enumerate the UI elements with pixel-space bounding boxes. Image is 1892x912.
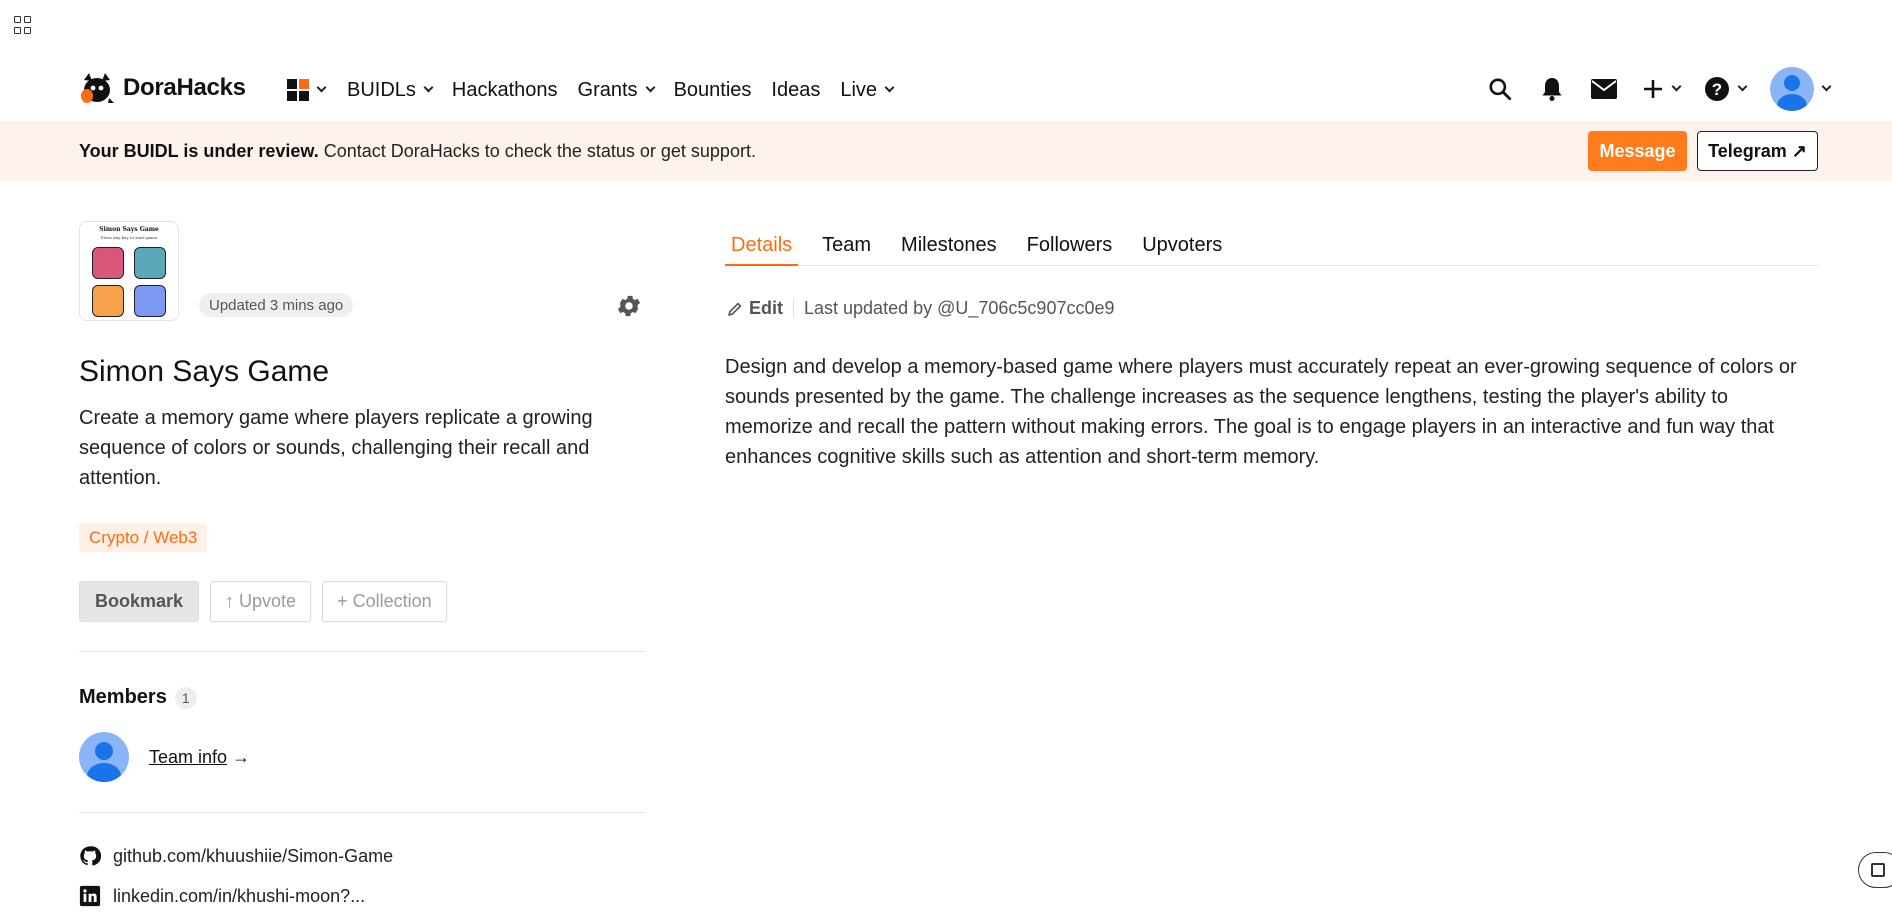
upvote-button[interactable]: ↑ Upvote xyxy=(210,581,312,622)
divider xyxy=(79,651,645,652)
blue-tile xyxy=(134,285,166,317)
members-count: 1 xyxy=(174,686,197,709)
chevron-down-icon xyxy=(1737,81,1748,92)
project-description: Create a memory game where players repli… xyxy=(79,407,593,489)
members-label: Members xyxy=(79,686,167,708)
user-avatar xyxy=(1770,67,1814,111)
top-navigation: DoraHacks BUIDLs Hackathons Grants Bount… xyxy=(0,60,1892,120)
tab-followers[interactable]: Followers xyxy=(1021,230,1119,266)
main-menu: BUIDLs Hackathons Grants Bounties Ideas … xyxy=(287,74,913,106)
notifications-button[interactable] xyxy=(1538,75,1566,103)
mail-icon xyxy=(1591,79,1617,99)
nav-grants-label: Grants xyxy=(577,78,638,101)
tab-team[interactable]: Team xyxy=(816,230,877,266)
nav-hackathons-label: Hackathons xyxy=(451,78,558,101)
linkedin-icon xyxy=(79,885,101,907)
github-link[interactable]: github.com/khuushiie/Simon-Game xyxy=(79,845,393,867)
thumbnail-subtitle: Press any key to start game xyxy=(100,235,158,240)
pencil-icon xyxy=(728,302,742,316)
plus-icon xyxy=(1644,80,1662,98)
edit-row: Edit Last updated by @U_706c5c907cc0e9 xyxy=(727,298,1115,319)
settings-gear-icon[interactable] xyxy=(615,292,643,320)
chevron-down-icon xyxy=(645,82,656,93)
github-icon xyxy=(80,846,101,866)
nav-buidls[interactable]: BUIDLs xyxy=(347,78,434,102)
banner-body-text: Contact DoraHacks to check the status or… xyxy=(318,141,756,161)
member-avatar[interactable] xyxy=(79,732,129,782)
nav-grants[interactable]: Grants xyxy=(577,78,656,102)
thumbnail-title: Simon Says Game xyxy=(99,226,159,233)
divider xyxy=(79,812,645,813)
edit-button[interactable]: Edit xyxy=(727,298,783,319)
linkedin-link[interactable]: linkedin.com/in/khushi-moon?... xyxy=(79,885,365,907)
nav-live-label: Live xyxy=(840,78,878,101)
nav-live[interactable]: Live xyxy=(840,78,895,102)
updated-badge: Updated 3 mins ago xyxy=(199,293,354,317)
bell-icon xyxy=(1542,78,1562,101)
teal-tile xyxy=(134,247,166,279)
review-banner: Your BUIDL is under review. Contact Dora… xyxy=(0,121,1892,181)
bookmark-button[interactable]: Bookmark xyxy=(79,581,200,622)
chevron-down-icon xyxy=(1671,81,1682,92)
tab-upvoters[interactable]: Upvoters xyxy=(1136,230,1228,266)
dorahacks-mascot-icon xyxy=(81,73,114,103)
tab-milestones[interactable]: Milestones xyxy=(895,230,1003,266)
project-title: Simon Says Game xyxy=(79,355,330,388)
red-tile xyxy=(92,247,124,279)
message-button[interactable]: Message xyxy=(1588,131,1687,171)
search-button[interactable] xyxy=(1486,75,1514,103)
linkedin-link-label: linkedin.com/in/khushi-moon?... xyxy=(113,885,366,906)
banner-bold-text: Your BUIDL is under review. xyxy=(79,141,319,161)
project-actions: Bookmark ↑ Upvote + Collection xyxy=(79,581,447,622)
project-thumbnail: Simon Says Game Press any key to start g… xyxy=(79,221,179,321)
members-heading: Members 1 xyxy=(79,686,197,709)
share-icon xyxy=(1871,863,1885,877)
user-menu[interactable] xyxy=(1770,67,1832,111)
orange-tile xyxy=(92,285,124,317)
banner-text: Your BUIDL is under review. Contact Dora… xyxy=(79,141,756,162)
separator xyxy=(793,299,794,318)
products-grid-icon xyxy=(287,79,309,101)
messages-button[interactable] xyxy=(1590,75,1618,103)
team-info-link[interactable]: Team info → xyxy=(149,747,250,768)
arrow-right-icon: → xyxy=(227,747,251,767)
chevron-down-icon xyxy=(316,82,327,93)
help-icon: ? xyxy=(1705,77,1729,101)
help-menu[interactable]: ? xyxy=(1704,76,1748,102)
nav-buidls-label: BUIDLs xyxy=(347,78,416,101)
add-collection-button[interactable]: + Collection xyxy=(322,581,447,622)
team-info-label: Team info xyxy=(149,747,228,767)
chevron-down-icon xyxy=(1821,81,1832,92)
search-icon xyxy=(1489,78,1512,101)
last-updated-text: Last updated by @U_706c5c907cc0e9 xyxy=(804,298,1115,318)
create-menu[interactable] xyxy=(1642,78,1682,100)
nav-bounties-label: Bounties xyxy=(673,78,752,101)
telegram-button[interactable]: Telegram ↗ xyxy=(1697,131,1818,171)
edit-label: Edit xyxy=(749,298,783,318)
apps-grid-icon[interactable] xyxy=(14,16,32,34)
nav-ideas[interactable]: Ideas xyxy=(771,79,820,102)
nav-bounties[interactable]: Bounties xyxy=(674,79,752,102)
floating-feedback-button[interactable] xyxy=(1858,852,1892,888)
tab-details[interactable]: Details xyxy=(725,230,799,266)
svg-text:?: ? xyxy=(1712,80,1722,99)
chevron-down-icon xyxy=(423,82,434,93)
nav-ideas-label: Ideas xyxy=(771,78,821,101)
chevron-down-icon xyxy=(884,82,895,93)
products-menu[interactable] xyxy=(287,79,327,101)
nav-hackathons[interactable]: Hackathons xyxy=(452,79,558,102)
nav-actions: ? xyxy=(1486,64,1832,114)
detail-tabs: Details Team Milestones Followers Upvote… xyxy=(725,230,1818,266)
dorahacks-logo[interactable]: DoraHacks xyxy=(79,68,246,108)
brand-name: DoraHacks xyxy=(123,74,246,101)
github-link-label: github.com/khuushiie/Simon-Game xyxy=(113,845,394,866)
details-body: Design and develop a memory-based game w… xyxy=(725,356,1797,468)
category-tag[interactable]: Crypto / Web3 xyxy=(79,523,208,552)
